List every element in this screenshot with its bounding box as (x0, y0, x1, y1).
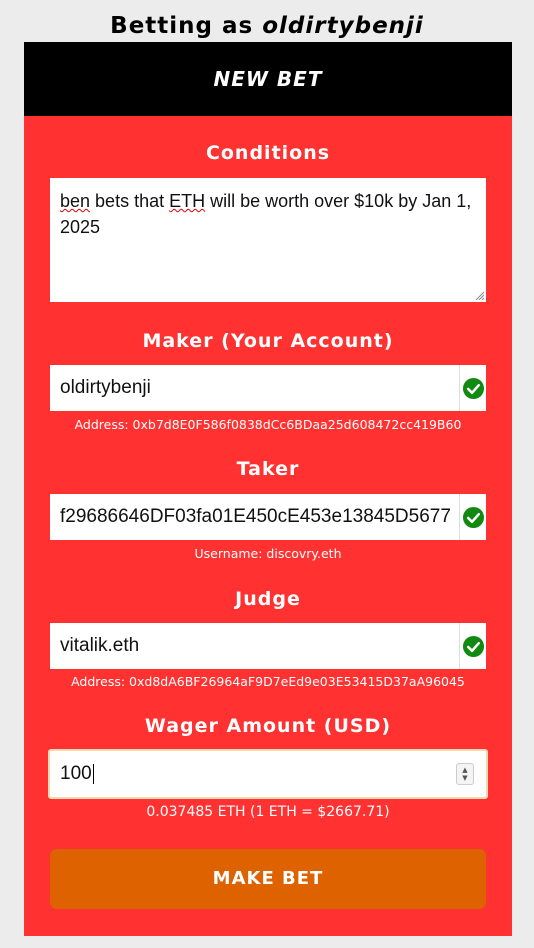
wager-value-text: 100 (60, 763, 92, 784)
check-circle-icon (462, 377, 484, 399)
maker-address: Address: 0xb7d8E0F586f0838dCc6BDaa25d608… (74, 417, 462, 432)
judge-label: Judge (235, 588, 301, 610)
make-bet-button[interactable]: MAKE BET (50, 849, 486, 909)
wager-input-value[interactable]: 100 (50, 763, 456, 785)
page-heading: Betting as oldirtybenji (0, 0, 534, 42)
judge-input-value[interactable]: vitalik.eth (50, 635, 459, 657)
wager-conversion: 0.037485 ETH (1 ETH = $2667.71) (146, 804, 390, 820)
wager-label: Wager Amount (USD) (144, 715, 392, 737)
new-bet-card: NEW BET Conditions ben bets that ETH wil… (24, 42, 512, 936)
heading-username: oldirtybenji (262, 13, 424, 39)
spinner-up-icon[interactable]: ▲ (462, 766, 467, 774)
taker-username: Username: discovry.eth (194, 546, 342, 561)
judge-valid-indicator (459, 623, 486, 669)
conditions-text-part1: ben (60, 191, 91, 211)
spinner-down-icon[interactable]: ▼ (462, 774, 467, 782)
judge-field[interactable]: vitalik.eth (50, 623, 486, 669)
resize-grip-icon[interactable] (474, 290, 484, 300)
taker-valid-indicator (459, 494, 486, 540)
conditions-text-part2: bets that (90, 191, 170, 211)
taker-field[interactable]: f29686646DF03fa01E450cE453e13845D5677 (50, 494, 486, 540)
taker-input-value[interactable]: f29686646DF03fa01E450cE453e13845D5677 (50, 506, 459, 528)
conditions-text-part3: ETH (169, 191, 206, 211)
number-spinner[interactable]: ▲ ▼ (456, 763, 474, 785)
check-circle-icon (462, 506, 484, 528)
check-circle-icon (462, 635, 484, 657)
maker-label: Maker (Your Account) (142, 330, 394, 352)
taker-label: Taker (236, 458, 300, 480)
heading-prefix: Betting as (110, 13, 263, 39)
card-title: NEW BET (24, 42, 512, 116)
judge-address: Address: 0xd8dA6BF26964aF9D7eEd9e03E5341… (71, 674, 465, 689)
maker-input-value[interactable]: oldirtybenji (50, 377, 459, 399)
text-caret (92, 763, 94, 784)
conditions-textarea[interactable]: ben bets that ETH will be worth over $10… (50, 178, 486, 302)
wager-amount-input[interactable]: 100 ▲ ▼ (48, 749, 488, 799)
maker-field[interactable]: oldirtybenji (50, 365, 486, 411)
conditions-label: Conditions (205, 142, 331, 164)
maker-valid-indicator (459, 365, 486, 411)
